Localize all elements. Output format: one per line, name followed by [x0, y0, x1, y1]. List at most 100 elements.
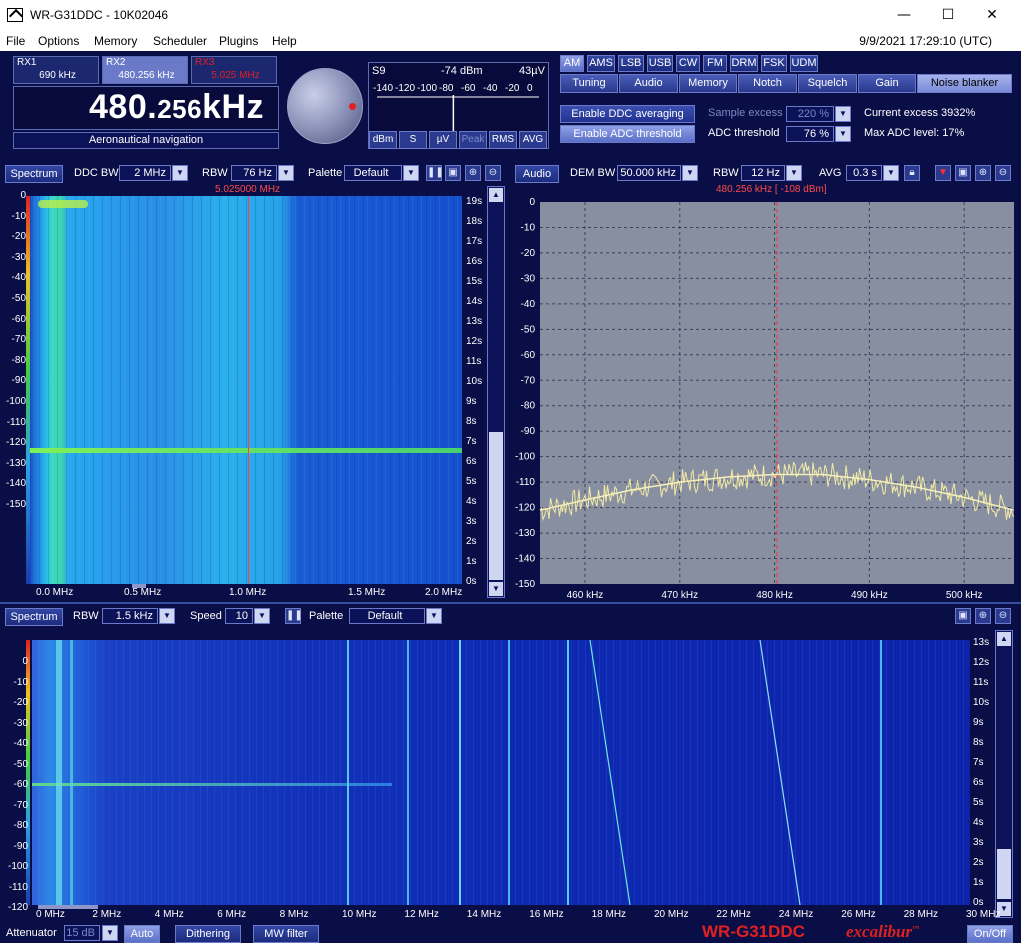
ddc-time-tick: 11s — [466, 356, 482, 367]
audio-y-tick: -60 — [521, 350, 536, 361]
power-onoff-button[interactable]: On/Off — [967, 925, 1013, 943]
wide-waterfall[interactable] — [32, 640, 970, 905]
wide-scroll-up-icon[interactable]: ▲ — [997, 632, 1011, 646]
tab-notch[interactable]: Notch — [738, 74, 797, 93]
ddc-palette-dropdown-icon[interactable]: ▼ — [403, 165, 419, 181]
wide-zoom-out-icon[interactable]: ⊖ — [995, 608, 1011, 624]
dithering-button[interactable]: Dithering — [175, 925, 241, 943]
rx2-tab[interactable]: RX2 480.256 kHz — [102, 56, 188, 84]
ddc-zoom-out-icon[interactable]: ⊖ — [485, 165, 501, 181]
audio-rbw-select[interactable]: 12 Hz — [741, 165, 785, 181]
mode-udm-button[interactable]: UDM — [790, 55, 818, 72]
audio-spectrum-chart[interactable]: 0 -10 -20 -30 -40 -50 -60 -70 -80 -90 -100 -110 -120… — [510, 194, 1018, 604]
dem-bw-dropdown-icon[interactable]: ▼ — [682, 165, 698, 181]
ddc-pause-icon[interactable]: ❚❚ — [426, 165, 444, 181]
mode-drm-button[interactable]: DRM — [730, 55, 758, 72]
wide-palette-dropdown-icon[interactable]: ▼ — [426, 608, 442, 624]
wide-scrollbar[interactable]: ▲ ▼ — [995, 630, 1013, 918]
audio-save-icon[interactable]: ▣ — [955, 165, 971, 181]
ddc-save-icon[interactable]: ▣ — [445, 165, 461, 181]
tab-noise-blanker[interactable]: Noise blanker — [917, 74, 1012, 93]
meter-dbm-button[interactable]: dBm — [369, 131, 397, 149]
wide-save-icon[interactable]: ▣ — [955, 608, 971, 624]
meter-s-button[interactable]: S — [399, 131, 427, 149]
logo-model: WR-G31DDC — [702, 922, 805, 941]
menu-plugins[interactable]: Plugins — [219, 34, 258, 48]
wide-palette-select[interactable]: Default — [349, 608, 425, 624]
adc-threshold-spin-icon[interactable]: ▼ — [835, 126, 851, 142]
meter-rms-button[interactable]: RMS — [489, 131, 517, 149]
audio-zoom-in-icon[interactable]: ⊕ — [975, 165, 991, 181]
close-button[interactable]: ✕ — [969, 0, 1015, 31]
minimize-button[interactable]: — — [881, 0, 927, 31]
wide-rbw-dropdown-icon[interactable]: ▼ — [159, 608, 175, 624]
rx1-tab[interactable]: RX1 690 kHz — [13, 56, 99, 84]
wide-pause-icon[interactable]: ❚❚ — [285, 608, 303, 624]
audio-lock-icon[interactable]: 🔒︎ — [904, 165, 920, 181]
ddc-rbw-select[interactable]: 76 Hz — [231, 165, 277, 181]
mode-cw-button[interactable]: CW — [676, 55, 700, 72]
mw-filter-button[interactable]: MW filter — [253, 925, 319, 943]
menu-scheduler[interactable]: Scheduler — [153, 34, 207, 48]
wide-speed-dropdown-icon[interactable]: ▼ — [254, 608, 270, 624]
ddc-rbw-dropdown-icon[interactable]: ▼ — [278, 165, 294, 181]
maximize-button[interactable]: ☐ — [925, 0, 971, 31]
tab-squelch[interactable]: Squelch — [798, 74, 857, 93]
wide-zoom-in-icon[interactable]: ⊕ — [975, 608, 991, 624]
menu-options[interactable]: Options — [38, 34, 79, 48]
mode-usb-button[interactable]: USB — [647, 55, 673, 72]
tab-gain[interactable]: Gain — [858, 74, 916, 93]
menu-memory[interactable]: Memory — [94, 34, 137, 48]
tab-memory[interactable]: Memory — [679, 74, 737, 93]
ddc-bw-dropdown-icon[interactable]: ▼ — [172, 165, 188, 181]
audio-peak-hold-icon[interactable]: ▼ — [935, 165, 951, 181]
ddc-scrollbar[interactable]: ▲ ▼ — [487, 186, 505, 598]
wide-x-tick: 16 MHz — [529, 909, 564, 920]
adc-threshold-button[interactable]: Enable ADC threshold — [560, 125, 695, 143]
ddc-scroll-thumb[interactable] — [489, 432, 503, 580]
frequency-display[interactable]: 480.256kHz — [13, 86, 279, 130]
mode-lsb-button[interactable]: LSB — [618, 55, 644, 72]
rx3-tab[interactable]: RX3 5.025 MHz — [191, 56, 277, 84]
ddc-y-tick: -70 — [11, 334, 26, 346]
ddc-waterfall[interactable] — [30, 196, 462, 584]
auto-attenuator-button[interactable]: Auto — [124, 925, 160, 943]
ddc-palette-select[interactable]: Default — [344, 165, 402, 181]
sample-excess-spin-icon[interactable]: ▼ — [835, 106, 851, 122]
ddc-scroll-down-icon[interactable]: ▼ — [489, 582, 503, 596]
meter-peak-button[interactable]: Peak — [459, 131, 487, 149]
ddc-spectrum-button[interactable]: Spectrum — [5, 165, 63, 183]
wide-scroll-thumb[interactable] — [997, 849, 1011, 899]
tab-audio[interactable]: Audio — [619, 74, 678, 93]
ddc-zoom-in-icon[interactable]: ⊕ — [465, 165, 481, 181]
wide-time-tick: 8s — [973, 737, 984, 748]
ddc-bw-select[interactable]: 2 MHz — [119, 165, 171, 181]
mode-ams-button[interactable]: AMS — [587, 55, 615, 72]
wide-speed-select[interactable]: 10 — [225, 608, 253, 624]
mode-fsk-button[interactable]: FSK — [761, 55, 787, 72]
menu-file[interactable]: File — [6, 34, 25, 48]
wide-spectrum-button[interactable]: Spectrum — [5, 608, 63, 626]
audio-avg-dropdown-icon[interactable]: ▼ — [883, 165, 899, 181]
title-bar: WR-G31DDC - 10K02046 — ☐ ✕ — [0, 0, 1021, 31]
sample-excess-input[interactable]: 220 % — [786, 106, 834, 122]
audio-rbw-dropdown-icon[interactable]: ▼ — [786, 165, 802, 181]
adc-threshold-input[interactable]: 76 % — [786, 126, 834, 142]
audio-zoom-out-icon[interactable]: ⊖ — [995, 165, 1011, 181]
wide-rbw-select[interactable]: 1.5 kHz — [102, 608, 158, 624]
tab-tuning[interactable]: Tuning — [560, 74, 618, 93]
dem-bw-select[interactable]: 50.000 kHz — [617, 165, 681, 181]
mode-fm-button[interactable]: FM — [703, 55, 727, 72]
attenuator-dropdown-icon[interactable]: ▼ — [102, 925, 118, 941]
ddc-scroll-up-icon[interactable]: ▲ — [489, 188, 503, 202]
menu-help[interactable]: Help — [272, 34, 297, 48]
attenuator-select[interactable]: 15 dB — [64, 925, 100, 941]
meter-uv-button[interactable]: µV — [429, 131, 457, 149]
mode-am-button[interactable]: AM — [560, 55, 584, 72]
ddc-y-tick: -150 — [5, 499, 26, 510]
audio-y-tick: -140 — [515, 554, 535, 565]
ddc-averaging-button[interactable]: Enable DDC averaging — [560, 105, 695, 123]
audio-avg-select[interactable]: 0.3 s — [846, 165, 882, 181]
meter-avg-button[interactable]: AVG — [519, 131, 547, 149]
audio-mode-button[interactable]: Audio — [515, 165, 559, 183]
